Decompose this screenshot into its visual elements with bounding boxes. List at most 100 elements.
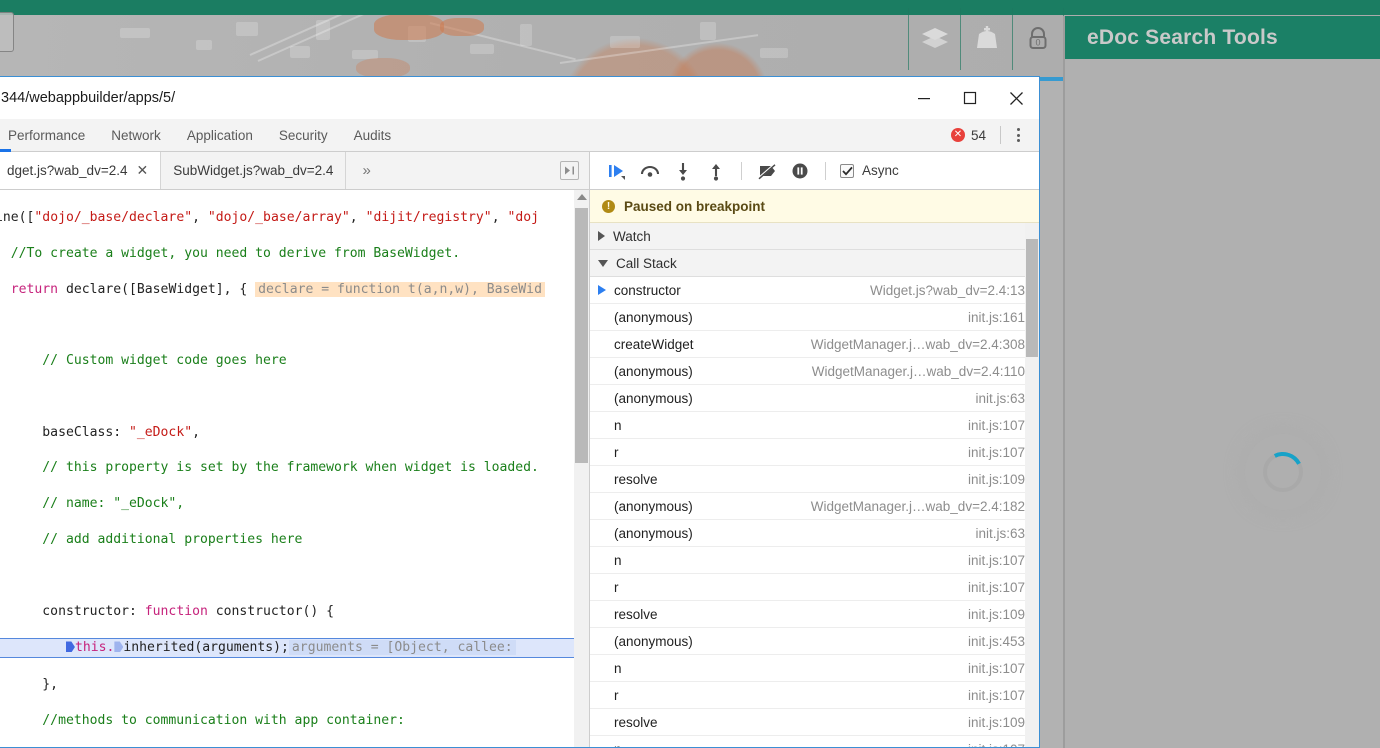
call-stack-list: constructor Widget.js?wab_dv=2.4:13 (anony… <box>590 277 1039 747</box>
step-into-button[interactable] <box>668 156 698 186</box>
map-parcel <box>356 58 410 78</box>
lock-button[interactable]: 0 <box>1012 8 1064 70</box>
toolbar-divider <box>741 161 742 180</box>
call-stack-row[interactable]: n init.js:107 <box>590 736 1039 748</box>
paused-banner-text: Paused on breakpoint <box>624 198 766 214</box>
edoc-search-tools-panel: eDoc Search Tools <box>1063 16 1380 748</box>
call-stack-row[interactable]: createWidget WidgetManager.j…wab_dv=2.4:3… <box>590 331 1039 358</box>
kebab-dot <box>1016 133 1020 137</box>
info-icon: ! <box>602 199 615 213</box>
call-stack-row[interactable]: resolve init.js:109 <box>590 466 1039 493</box>
devtools-menu-button[interactable] <box>1005 122 1031 148</box>
tab-performance[interactable]: Performance <box>0 119 98 152</box>
step-out-button[interactable] <box>701 156 731 186</box>
debugger-scroll-thumb[interactable] <box>1026 239 1038 357</box>
call-stack-function-name: n <box>614 552 622 568</box>
layers-button[interactable] <box>908 8 960 70</box>
call-stack-row[interactable]: (anonymous) init.js:453 <box>590 628 1039 655</box>
add-layer-button[interactable] <box>960 8 1012 70</box>
section-call-stack[interactable]: Call Stack <box>590 250 1039 277</box>
call-stack-row[interactable]: r init.js:107 <box>590 439 1039 466</box>
file-tab-subwidget-js[interactable]: SubWidget.js?wab_dv=2.4 <box>161 152 347 189</box>
map-feature <box>470 44 494 54</box>
call-stack-location: init.js:107 <box>967 579 1025 595</box>
close-button[interactable] <box>993 77 1039 119</box>
devtools-window: 344/webappbuilder/apps/5/ Performance Ne… <box>0 76 1040 748</box>
call-stack-row[interactable]: (anonymous) init.js:63 <box>590 520 1039 547</box>
file-tabs-overflow-button[interactable]: » <box>346 152 386 189</box>
map-feature <box>520 24 532 46</box>
call-stack-row[interactable]: constructor Widget.js?wab_dv=2.4:13 <box>590 277 1039 304</box>
map-feature <box>610 36 640 48</box>
pause-on-exceptions-icon <box>792 163 808 178</box>
call-stack-function-name: (anonymous) <box>614 390 693 406</box>
section-watch[interactable]: Watch <box>590 223 1039 250</box>
map-feature <box>290 46 310 58</box>
tab-network[interactable]: Network <box>98 119 174 152</box>
editor-vertical-scrollbar[interactable] <box>574 190 589 747</box>
error-icon: ✕ <box>950 128 965 142</box>
tab-audits[interactable]: Audits <box>341 119 405 152</box>
map-header-bar <box>0 0 1380 15</box>
resume-button[interactable] <box>602 156 632 186</box>
toolbar-divider <box>1000 126 1001 144</box>
call-stack-row[interactable]: r init.js:107 <box>590 682 1039 709</box>
editor-scroll-thumb[interactable] <box>575 208 588 463</box>
window-title-url: 344/webappbuilder/apps/5/ <box>1 90 176 106</box>
source-file-tabbar: dget.js?wab_dv=2.4 ✕ SubWidget.js?wab_dv… <box>0 152 589 190</box>
map-left-toggle-button[interactable] <box>0 12 14 52</box>
debugger-sections: Watch Call Stack constructor Widget.js?wa… <box>590 223 1039 747</box>
scroll-up-icon[interactable] <box>577 194 587 200</box>
add-layer-icon <box>976 26 997 48</box>
map-parcel <box>440 18 484 36</box>
code-line: //To create a widget, you need to derive… <box>0 245 461 261</box>
call-stack-row[interactable]: (anonymous) init.js:161 <box>590 304 1039 331</box>
maximize-button[interactable] <box>947 77 993 119</box>
tab-application[interactable]: Application <box>174 119 266 152</box>
call-stack-location: init.js:107 <box>967 660 1025 676</box>
call-stack-row[interactable]: resolve init.js:109 <box>590 709 1039 736</box>
async-checkbox-group[interactable]: Async <box>840 163 899 178</box>
deactivate-breakpoints-button[interactable] <box>752 156 782 186</box>
devtools-titlebar[interactable]: 344/webappbuilder/apps/5/ <box>0 77 1039 119</box>
call-stack-row[interactable]: n init.js:107 <box>590 655 1039 682</box>
show-navigator-button[interactable] <box>560 161 579 180</box>
lock-icon: 0 <box>1029 27 1047 49</box>
source-code-text: ine(["dojo/_base/declare", "dojo/_base/a… <box>0 190 589 747</box>
call-stack-row[interactable]: resolve init.js:109 <box>590 601 1039 628</box>
call-stack-location: init.js:107 <box>967 444 1025 460</box>
tab-security[interactable]: Security <box>266 119 341 152</box>
call-stack-row[interactable]: (anonymous) WidgetManager.j…wab_dv=2.4:11… <box>590 358 1039 385</box>
call-stack-location: init.js:63 <box>975 390 1025 406</box>
call-stack-row[interactable]: n init.js:107 <box>590 547 1039 574</box>
maximize-icon <box>963 91 977 105</box>
devtools-tabbar: Performance Network Application Security… <box>0 119 1039 152</box>
minimize-button[interactable] <box>901 77 947 119</box>
call-stack-row[interactable]: (anonymous) WidgetManager.j…wab_dv=2.4:18… <box>590 493 1039 520</box>
map-road <box>559 34 759 64</box>
code-line: return declare([BaseWidget], { declare =… <box>0 281 589 299</box>
code-line: baseClass: "_eDock", <box>0 424 200 440</box>
call-stack-function-name: r <box>614 687 619 703</box>
call-stack-location: WidgetManager.j…wab_dv=2.4:182 <box>810 498 1025 514</box>
call-stack-row[interactable]: n init.js:107 <box>590 412 1039 439</box>
map-feature <box>760 48 788 58</box>
file-tab-close-icon[interactable]: ✕ <box>136 162 148 179</box>
error-badge[interactable]: ✕ 54 <box>950 128 996 143</box>
call-stack-function-name: n <box>614 660 622 676</box>
call-stack-location: WidgetManager.j…wab_dv=2.4:308 <box>810 336 1025 352</box>
source-code-viewer[interactable]: ine(["dojo/_base/declare", "dojo/_base/a… <box>0 190 589 747</box>
file-tabbar-right <box>560 152 589 189</box>
call-stack-function-name: (anonymous) <box>614 498 693 514</box>
pause-on-exceptions-button[interactable] <box>785 156 815 186</box>
map-feature <box>196 40 212 50</box>
debugger-vertical-scrollbar[interactable] <box>1025 223 1039 747</box>
call-stack-row[interactable]: r init.js:107 <box>590 574 1039 601</box>
call-stack-function-name: (anonymous) <box>614 309 693 325</box>
edoc-panel-title: eDoc Search Tools <box>1087 25 1278 49</box>
step-over-button[interactable] <box>635 156 665 186</box>
async-checkbox[interactable] <box>840 163 854 178</box>
file-tab-widget-js[interactable]: dget.js?wab_dv=2.4 ✕ <box>0 152 162 189</box>
call-stack-location: init.js:109 <box>967 471 1025 487</box>
call-stack-row[interactable]: (anonymous) init.js:63 <box>590 385 1039 412</box>
